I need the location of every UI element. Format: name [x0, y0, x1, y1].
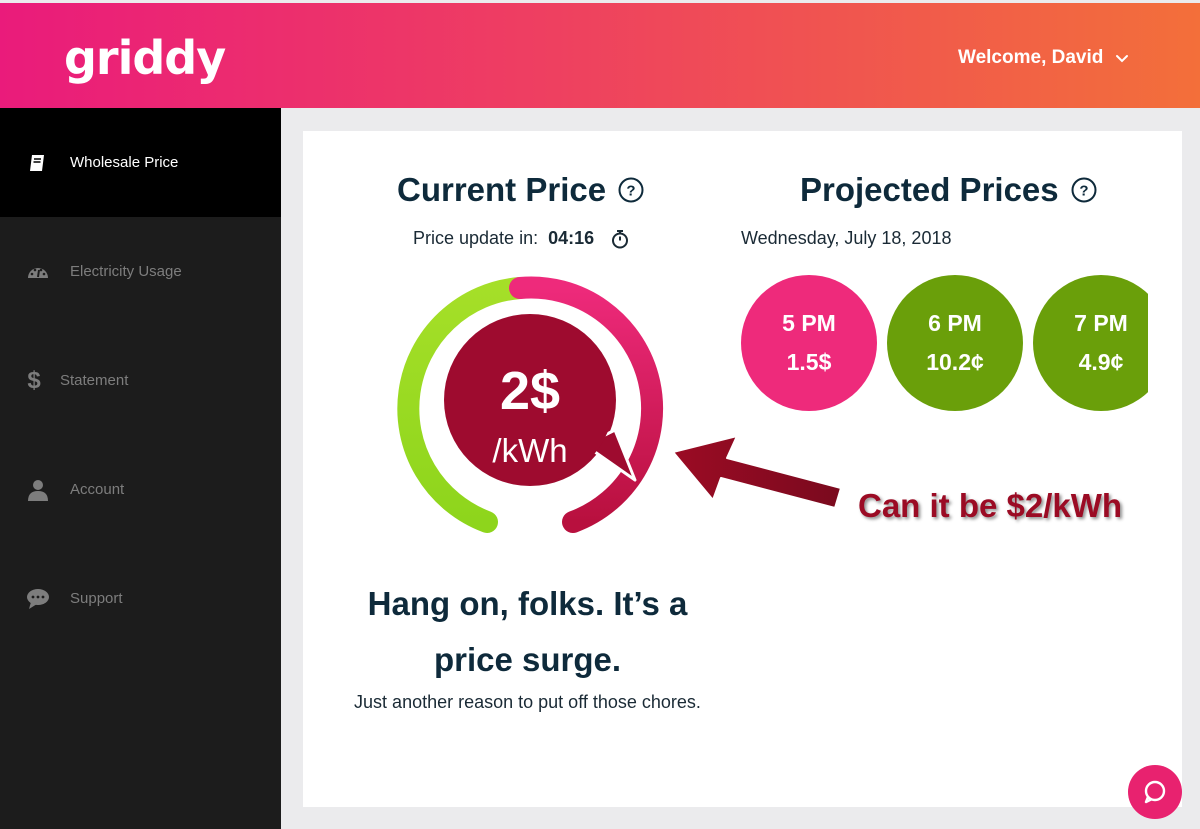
slot-price: 1.5$	[786, 349, 832, 375]
app-frame: griddy Welcome, David Wholesale Price El…	[0, 0, 1200, 829]
top-header: griddy Welcome, David	[0, 3, 1200, 108]
chat-button[interactable]	[1128, 765, 1182, 819]
projected-slot[interactable]: 6 PM 10.2¢	[887, 275, 1023, 411]
countdown-timer: 04:16	[548, 228, 595, 248]
help-icon[interactable]: ?	[618, 177, 644, 203]
dashboard-gauge-icon	[26, 260, 50, 284]
chat-bubble-icon	[26, 587, 50, 611]
slot-price: 10.2¢	[926, 349, 984, 375]
sidebar-item-label: Wholesale Price	[70, 154, 179, 171]
projected-prices-title: Projected Prices	[800, 171, 1059, 208]
sidebar-item-statement[interactable]: $ Statement	[0, 326, 281, 435]
svg-text:?: ?	[626, 183, 635, 200]
slot-time: 6 PM	[928, 310, 982, 336]
sidebar-item-account[interactable]: Account	[0, 435, 281, 544]
svg-text:?: ?	[1079, 183, 1088, 200]
price-update-label: Price update in:	[413, 228, 539, 248]
stopwatch-icon	[612, 229, 629, 248]
projected-slot[interactable]: 7 PM 4.9¢	[1033, 275, 1148, 411]
projected-slot[interactable]: 5 PM 1.5$	[741, 275, 877, 411]
projected-prices-heading: Projected Prices ?	[800, 171, 1097, 209]
current-price-title: Current Price	[397, 171, 607, 208]
surge-headline: Hang on, folks. It’s a price surge.	[367, 585, 688, 678]
current-price-heading: Current Price ?	[397, 171, 644, 209]
projected-price-list[interactable]: 5 PM 1.5$ 6 PM 10.2¢ 7 PM 4.9¢	[730, 260, 1148, 430]
sidebar: Wholesale Price Electricity Usage $ Stat…	[0, 108, 281, 829]
sidebar-item-label: Statement	[60, 372, 129, 389]
current-price-unit: /kWh	[492, 432, 568, 469]
sidebar-item-label: Account	[70, 481, 125, 498]
sidebar-item-label: Support	[70, 590, 123, 607]
sidebar-item-electricity-usage[interactable]: Electricity Usage	[0, 217, 281, 326]
sidebar-item-label: Electricity Usage	[70, 263, 182, 280]
chevron-down-icon	[1116, 55, 1129, 63]
projected-date: Wednesday, July 18, 2018	[741, 228, 952, 248]
user-menu[interactable]: Welcome, David	[958, 47, 1129, 69]
welcome-text: Welcome, David	[958, 47, 1104, 68]
sidebar-item-support[interactable]: Support	[0, 544, 281, 653]
slot-time: 5 PM	[782, 310, 836, 336]
slot-price: 4.9¢	[1078, 349, 1124, 375]
surge-subtext: Just another reason to put off those cho…	[354, 692, 701, 712]
book-icon	[26, 151, 50, 175]
slot-time: 7 PM	[1074, 310, 1128, 336]
sidebar-item-wholesale-price[interactable]: Wholesale Price	[0, 108, 281, 217]
current-price-value: 2$	[499, 361, 561, 421]
dollar-icon: $	[27, 366, 41, 394]
annotation-text: Can it be $2/kWh	[858, 487, 1123, 524]
annotation-arrow	[672, 435, 842, 509]
chat-icon	[1144, 780, 1166, 804]
griddy-logo[interactable]: griddy	[64, 31, 226, 85]
user-icon	[26, 478, 50, 502]
price-update-row: Price update in: 04:16	[413, 228, 630, 249]
help-icon[interactable]: ?	[1071, 177, 1097, 203]
